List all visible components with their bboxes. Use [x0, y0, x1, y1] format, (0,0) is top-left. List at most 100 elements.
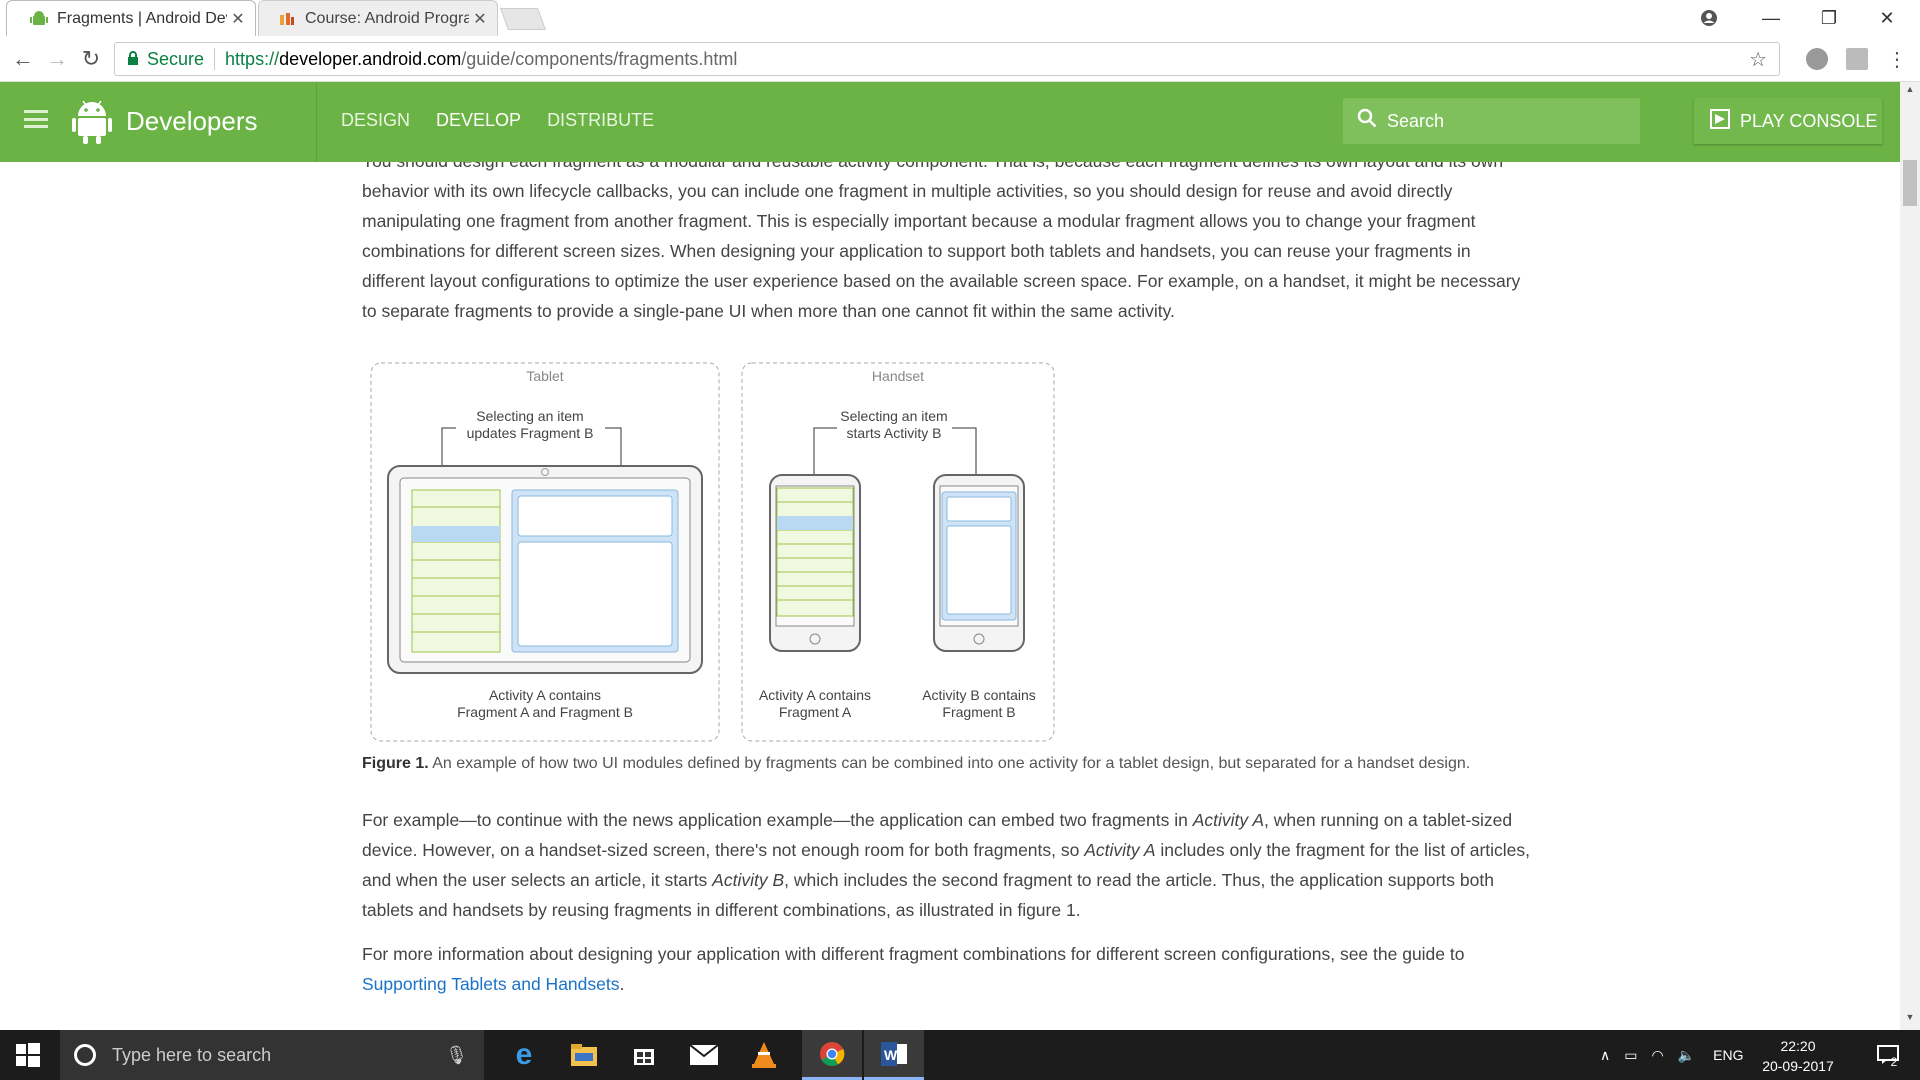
text-span: , when running on a tablet-sized	[1264, 810, 1513, 830]
wifi-icon[interactable]: ◠	[1651, 1047, 1663, 1064]
close-tab-icon[interactable]: ✕	[227, 9, 249, 29]
address-bar-row: ← → ↻ Secure https://developer.android.c…	[0, 36, 1920, 82]
microphone-icon[interactable]: 🎙	[445, 1045, 468, 1066]
nav-develop[interactable]: DEVELOP	[436, 110, 521, 131]
tab-title: Fragments | Android Dev	[57, 9, 227, 27]
scroll-up-icon[interactable]: ▲	[1900, 84, 1920, 100]
show-hidden-icons-icon[interactable]: ∧	[1600, 1047, 1610, 1064]
battery-icon[interactable]: ▭	[1624, 1047, 1637, 1064]
tablet-label: Tablet	[526, 368, 563, 384]
supporting-tablets-link[interactable]: Supporting Tablets and Handsets	[362, 974, 620, 994]
word-icon[interactable]: W	[864, 1030, 924, 1080]
edge-icon[interactable]: e	[494, 1030, 554, 1080]
address-bar[interactable]: Secure https://developer.android.com/gui…	[114, 42, 1780, 76]
handset-label: Handset	[872, 368, 924, 384]
header-divider	[316, 82, 317, 162]
figure-caption: Figure 1. An example of how two UI modul…	[362, 755, 1470, 773]
chrome-icon[interactable]	[802, 1030, 862, 1080]
back-icon[interactable]: ←	[6, 42, 40, 76]
lock-icon	[127, 49, 139, 70]
url-text: https://developer.android.com/guide/comp…	[225, 49, 737, 70]
android-favicon-icon	[29, 9, 49, 29]
text-span: , which includes the second fragment to …	[784, 870, 1494, 890]
browser-chrome: Fragments | Android Dev ✕ Course: Androi…	[0, 0, 1920, 82]
brand-name: Developers	[126, 105, 258, 136]
tab-fragments[interactable]: Fragments | Android Dev ✕	[6, 0, 256, 36]
svg-text:W: W	[884, 1047, 898, 1063]
text-line: tablets and handsets by reusing fragment…	[362, 900, 1081, 920]
minimize-icon[interactable]: —	[1742, 0, 1800, 36]
text-line: combinations for different screen sizes.…	[362, 241, 1471, 261]
play-console-icon	[1710, 108, 1730, 134]
mail-icon[interactable]	[674, 1030, 734, 1080]
handset-note-line-2: starts Activity B	[847, 425, 942, 441]
tab-strip: Fragments | Android Dev ✕ Course: Androi…	[0, 0, 1920, 36]
text-span: includes only the fragment for the list …	[1155, 840, 1531, 860]
vlc-icon[interactable]	[734, 1030, 794, 1080]
close-tab-icon[interactable]: ✕	[469, 9, 491, 29]
volume-icon[interactable]: 🔈	[1678, 1047, 1695, 1064]
windows-start-icon[interactable]	[16, 1043, 40, 1072]
text-line: different layout configurations to optim…	[362, 271, 1521, 291]
text-line: manipulating one fragment from another f…	[362, 211, 1476, 231]
notifications-count: 2	[1890, 1055, 1898, 1069]
text-span: and when the user selects an article, it…	[362, 870, 713, 890]
text-span: device. However, on a handset-sized scre…	[362, 840, 1085, 860]
clock-time: 22:20	[1780, 1038, 1816, 1054]
windows-taskbar: Type here to search 🎙 e W ∧ ▭ ◠ 🔈 ENG 22…	[0, 1030, 1920, 1080]
play-console-button[interactable]: PLAY CONSOLE	[1694, 98, 1882, 144]
bookmark-star-icon[interactable]: ☆	[1749, 47, 1767, 72]
text-span: .	[619, 974, 625, 994]
notifications-icon[interactable]: 2	[1862, 1030, 1912, 1080]
tab-title: Course: Android Progran	[305, 9, 469, 27]
figure-fragments-diagram: Tablet Selecting an item updates Fragmen…	[370, 362, 1058, 744]
tab-course[interactable]: Course: Android Progran ✕	[258, 0, 498, 36]
scroll-down-icon[interactable]: ▼	[1900, 1012, 1920, 1028]
reload-icon[interactable]: ↻	[74, 42, 108, 76]
text-span: For example—to continue with the news ap…	[362, 810, 1193, 830]
figure-caption-text: An example of how two UI modules defined…	[428, 755, 1471, 772]
text-line: device. However, on a handset-sized scre…	[362, 835, 1542, 865]
close-window-icon[interactable]: ✕	[1858, 0, 1916, 36]
figure-caption-label: Figure 1.	[362, 755, 429, 772]
secure-label: Secure	[147, 48, 205, 69]
forward-icon[interactable]: →	[40, 42, 74, 76]
taskbar-search[interactable]: Type here to search 🎙	[60, 1030, 484, 1080]
top-nav: DESIGN DEVELOP DISTRIBUTE	[341, 110, 654, 131]
tablet-note-line-2: updates Fragment B	[467, 425, 594, 441]
developers-logo[interactable]: Developers	[72, 98, 258, 144]
system-tray: ∧ ▭ ◠ 🔈 ENG	[1600, 1030, 1743, 1080]
tablet-caption-line-1: Activity A contains	[489, 687, 601, 703]
profile-icon[interactable]	[1680, 0, 1738, 36]
play-console-label: PLAY CONSOLE	[1740, 110, 1878, 131]
handset-a-caption-line-1: Activity A contains	[759, 687, 871, 703]
file-explorer-icon[interactable]	[554, 1030, 614, 1080]
text-line: behavior with its own lifecycle callback…	[362, 181, 1453, 201]
new-tab-button[interactable]	[499, 8, 547, 30]
article-content: You should design each fragment as a mod…	[0, 162, 1900, 1030]
restore-icon[interactable]: ❐	[1800, 0, 1858, 36]
store-icon[interactable]	[614, 1030, 674, 1080]
taskbar-search-placeholder: Type here to search	[112, 1044, 272, 1065]
extension-icon[interactable]	[1806, 48, 1828, 70]
language-indicator[interactable]: ENG	[1713, 1047, 1743, 1063]
page-scrollbar[interactable]: ▲ ▼	[1900, 82, 1920, 1030]
menu-kebab-icon[interactable]: ⋮	[1880, 42, 1914, 76]
text-line: You should design each fragment as a mod…	[362, 162, 1542, 176]
nav-design[interactable]: DESIGN	[341, 110, 410, 131]
italic-term: Activity B	[712, 870, 785, 890]
taskbar-clock[interactable]: 22:20 20-09-2017	[1762, 1036, 1834, 1076]
hamburger-menu-icon[interactable]	[24, 110, 48, 128]
course-favicon-icon	[277, 9, 297, 29]
site-search[interactable]: Search	[1343, 98, 1640, 144]
handset-b-caption-line-1: Activity B contains	[922, 687, 1036, 703]
more-info-paragraph: For more information about designing you…	[362, 939, 1542, 999]
nav-distribute[interactable]: DISTRIBUTE	[547, 110, 654, 131]
text-line: Supporting Tablets and Handsets.	[362, 969, 1542, 999]
url-scheme: https://	[225, 48, 280, 69]
url-host: developer.android.com	[279, 48, 462, 69]
scroll-thumb[interactable]	[1903, 160, 1917, 206]
handset-b-caption-line-2: Fragment B	[942, 704, 1015, 720]
text-line: For example—to continue with the news ap…	[362, 805, 1542, 835]
extension-icon[interactable]	[1846, 48, 1868, 70]
